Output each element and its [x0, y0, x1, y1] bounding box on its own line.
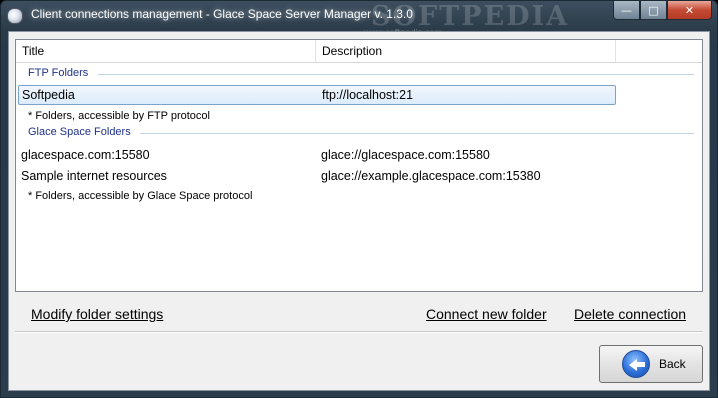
- maximize-button[interactable]: □: [640, 1, 667, 20]
- app-window: Client connections management - Glace Sp…: [0, 0, 718, 398]
- connections-list[interactable]: Title Description FTP Folders Softpedia …: [15, 39, 703, 292]
- list-header: Title Description: [16, 40, 702, 63]
- item-title: Sample internet resources: [21, 169, 167, 183]
- item-title: Softpedia: [22, 88, 75, 102]
- group-note: * Folders, accessible by Glace Space pro…: [28, 190, 253, 202]
- group-note: * Folders, accessible by FTP protocol: [28, 110, 210, 122]
- item-description: ftp://localhost:21: [322, 88, 414, 102]
- client-area: Title Description FTP Folders Softpedia …: [8, 31, 710, 391]
- delete-connection-link[interactable]: Delete connection: [574, 306, 686, 322]
- close-button[interactable]: ✕: [667, 1, 712, 20]
- connect-new-folder-link[interactable]: Connect new folder: [426, 306, 547, 322]
- list-item[interactable]: Sample internet resources glace://exampl…: [18, 167, 616, 187]
- minimize-icon: —: [621, 3, 632, 17]
- back-button[interactable]: Back: [599, 345, 703, 383]
- modify-folder-settings-link[interactable]: Modify folder settings: [31, 306, 163, 322]
- column-header-description[interactable]: Description: [316, 40, 616, 62]
- caption-buttons: — □ ✕: [613, 1, 712, 20]
- item-description: glace://glacespace.com:15580: [321, 148, 490, 162]
- group-header-ftp[interactable]: FTP Folders: [28, 67, 88, 82]
- item-description: glace://example.glacespace.com:15380: [321, 169, 541, 183]
- group-divider: [140, 133, 694, 134]
- back-arrow-icon: [622, 350, 650, 378]
- title-bar[interactable]: Client connections management - Glace Sp…: [1, 1, 717, 37]
- item-title: glacespace.com:15580: [21, 148, 150, 162]
- minimize-button[interactable]: —: [613, 1, 640, 20]
- separator: [15, 331, 703, 333]
- list-item[interactable]: glacespace.com:15580 glace://glacespace.…: [18, 146, 616, 166]
- list-item[interactable]: Softpedia ftp://localhost:21: [18, 85, 616, 105]
- close-icon: ✕: [684, 3, 695, 17]
- maximize-icon: □: [648, 3, 659, 17]
- group-divider: [98, 74, 694, 75]
- group-header-glace[interactable]: Glace Space Folders: [28, 126, 131, 141]
- column-header-title[interactable]: Title: [16, 40, 316, 62]
- app-icon: [7, 8, 23, 24]
- back-button-label: Back: [659, 357, 686, 371]
- window-title: Client connections management - Glace Sp…: [31, 7, 413, 21]
